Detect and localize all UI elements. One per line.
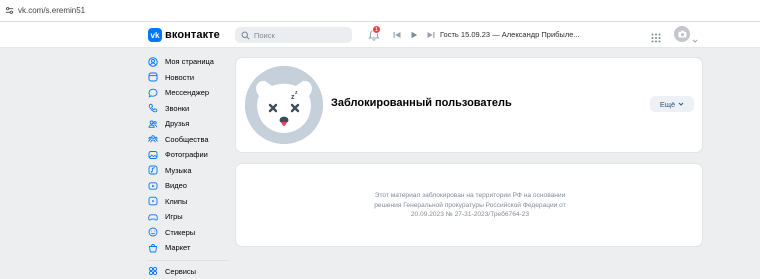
- search-box[interactable]: [235, 27, 352, 43]
- apps-grid-icon[interactable]: [651, 30, 661, 40]
- blocked-dog-avatar: z z: [245, 66, 323, 144]
- profile-header-card: z z Заблокированный пользователь Ещё: [235, 57, 703, 153]
- sidebar-item-calls[interactable]: Звонки: [148, 101, 230, 117]
- more-button-label: Ещё: [660, 100, 675, 109]
- blocked-notice-line: решения Генеральной прокуратуры Российск…: [340, 201, 600, 211]
- camera-icon: [678, 30, 687, 38]
- more-button[interactable]: Ещё: [650, 96, 694, 112]
- site-settings-icon[interactable]: [4, 6, 14, 16]
- sidebar-item-label: Клипы: [165, 197, 187, 206]
- sidebar-item-label: Стикеры: [165, 228, 195, 237]
- sidebar-item-market[interactable]: Маркет: [148, 240, 230, 256]
- search-icon: [241, 31, 250, 40]
- user-avatar[interactable]: [674, 26, 690, 42]
- vk-logo-icon: vk: [148, 28, 162, 42]
- audio-player-controls: [393, 31, 435, 39]
- search-input[interactable]: [254, 31, 344, 40]
- sidebar-item-friends[interactable]: Друзья: [148, 116, 230, 132]
- sidebar-item-label: Друзья: [165, 119, 189, 128]
- sidebar-item-label: Маркет: [165, 243, 190, 252]
- clips-icon: [148, 196, 158, 206]
- groups-icon: [148, 134, 158, 144]
- blocked-notice-line: Этот материал заблокирован на территории…: [340, 191, 600, 201]
- sidebar-item-stickers[interactable]: Стикеры: [148, 225, 230, 241]
- sidebar-item-photos[interactable]: Фотографии: [148, 147, 230, 163]
- sidebar-item-clips[interactable]: Клипы: [148, 194, 230, 210]
- sidebar-item-label: Игры: [165, 212, 183, 221]
- sidebar-item-games[interactable]: Игры: [148, 209, 230, 225]
- photo-icon: [148, 150, 158, 160]
- blocked-notice-card: Этот материал заблокирован на территории…: [235, 163, 703, 247]
- sidebar-divider: [148, 260, 228, 261]
- logo-text: вконтакте: [165, 29, 220, 41]
- sidebar-item-label: Моя страница: [165, 57, 214, 66]
- user-circle-icon: [148, 57, 158, 67]
- sidebar-item-messenger[interactable]: Мессенджер: [148, 85, 230, 101]
- blocked-notice-text: Этот материал заблокирован на территории…: [340, 191, 600, 220]
- friends-icon: [148, 119, 158, 129]
- profile-name: Заблокированный пользователь: [331, 97, 512, 109]
- sticker-icon: [148, 227, 158, 237]
- now-playing-track[interactable]: Гость 15.09.23 — Александр Прибыле...: [440, 30, 580, 39]
- sidebar-item-music[interactable]: Музыка: [148, 163, 230, 179]
- sidebar-item-label: Сообщества: [165, 135, 209, 144]
- gamepad-icon: [148, 212, 158, 222]
- top-header: vk вконтакте 1 Гость 15.09.23 — Александ…: [0, 22, 760, 48]
- chevron-down-icon: [678, 101, 684, 107]
- sidebar-item-label: Видео: [165, 181, 187, 190]
- music-icon: [148, 165, 158, 175]
- sidebar-item-label: Сервисы: [165, 267, 196, 276]
- newsfeed-icon: [148, 72, 158, 82]
- sidebar-item-video[interactable]: Видео: [148, 178, 230, 194]
- services-icon: [148, 266, 158, 276]
- sidebar-item-label: Музыка: [165, 166, 192, 175]
- previous-track-icon[interactable]: [393, 31, 401, 39]
- sidebar-item-communities[interactable]: Сообщества: [148, 132, 230, 148]
- notification-badge: 1: [372, 25, 381, 34]
- play-icon[interactable]: [410, 31, 418, 39]
- phone-icon: [148, 103, 158, 113]
- sidebar-item-label: Мессенджер: [165, 88, 209, 97]
- sidebar-item-services[interactable]: Сервисы: [148, 264, 230, 279]
- next-track-icon[interactable]: [427, 31, 435, 39]
- left-sidebar: Моя страница Новости Мессенджер Звонки Д…: [148, 54, 230, 279]
- blocked-notice-line: 20.09.2023 № 27-31-2023/Треб6764-23: [340, 210, 600, 220]
- url-text[interactable]: vk.com/s.eremin51: [18, 6, 85, 15]
- sidebar-item-label: Фотографии: [165, 150, 208, 159]
- sidebar-item-label: Новости: [165, 73, 194, 82]
- video-icon: [148, 181, 158, 191]
- sidebar-item-my-page[interactable]: Моя страница: [148, 54, 230, 70]
- vk-logo[interactable]: vk вконтакте: [148, 28, 220, 42]
- sidebar-item-label: Звонки: [165, 104, 189, 113]
- deactivated-dog-icon: z z: [245, 66, 323, 144]
- chevron-down-icon[interactable]: [692, 31, 698, 37]
- browser-address-bar[interactable]: vk.com/s.eremin51: [0, 0, 760, 22]
- sidebar-item-news[interactable]: Новости: [148, 70, 230, 86]
- market-icon: [148, 243, 158, 253]
- message-icon: [148, 88, 158, 98]
